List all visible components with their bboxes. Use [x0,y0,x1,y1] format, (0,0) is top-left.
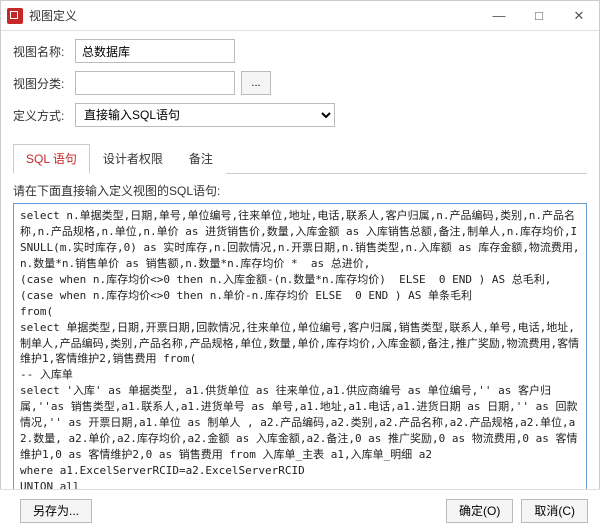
view-category-label: 视图分类: [13,75,75,92]
app-icon [7,8,23,24]
view-name-label: 视图名称: [13,43,75,60]
tab-sql[interactable]: SQL 语句 [13,144,90,174]
define-method-select[interactable]: 直接输入SQL语句 [75,103,335,127]
tab-permissions[interactable]: 设计者权限 [90,144,176,174]
ok-button[interactable]: 确定(O) [446,499,513,523]
view-name-input[interactable] [75,39,235,63]
minimize-button[interactable]: — [479,1,519,31]
define-method-label: 定义方式: [13,107,75,124]
maximize-button[interactable]: □ [519,1,559,31]
category-browse-button[interactable]: ... [241,71,271,95]
cancel-button[interactable]: 取消(C) [521,499,588,523]
sql-textarea[interactable]: select n.单据类型,日期,单号,单位编号,往来单位,地址,电话,联系人,… [13,203,587,513]
sql-prompt-label: 请在下面直接输入定义视图的SQL语句: [13,182,587,199]
close-button[interactable]: ✕ [559,1,599,31]
view-category-input[interactable] [75,71,235,95]
save-as-button[interactable]: 另存为... [20,499,92,523]
window-title: 视图定义 [29,7,479,24]
tab-notes[interactable]: 备注 [176,144,226,174]
